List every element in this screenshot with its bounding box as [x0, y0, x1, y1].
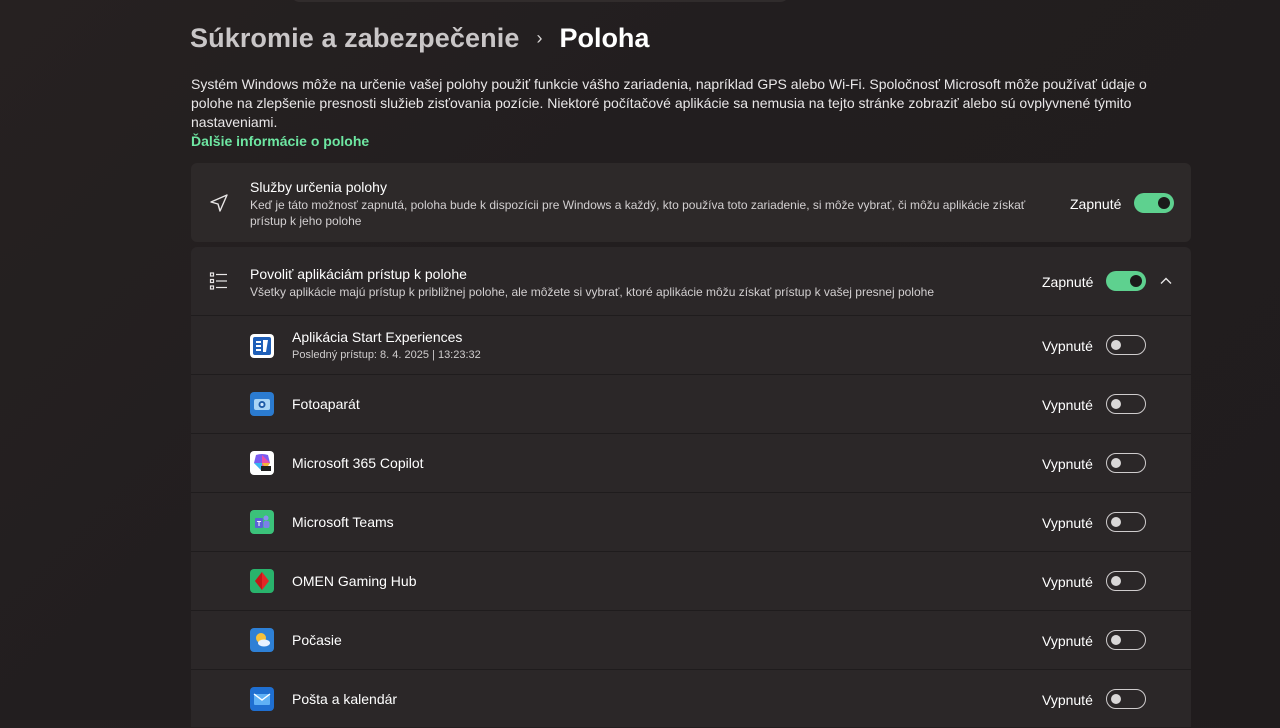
app-access-title: Povoliť aplikáciám prístup k polohe	[250, 266, 467, 282]
breadcrumb-parent[interactable]: Súkromie a zabezpečenie	[190, 23, 519, 54]
list-item-teams: T Microsoft Teams Vypnuté	[191, 493, 1191, 551]
location-services-title: Služby určenia polohy	[250, 179, 387, 195]
app-state: Vypnuté	[1042, 456, 1093, 472]
app-access-state: Zapnuté	[1042, 274, 1094, 290]
app-access-toggle[interactable]	[1106, 271, 1146, 291]
start-experiences-icon	[250, 334, 274, 358]
app-state: Vypnuté	[1042, 633, 1093, 649]
svg-text:T: T	[257, 521, 262, 528]
location-services-description: Keď je táto možnosť zapnutá, poloha bude…	[250, 198, 1026, 228]
app-name: Pošta a kalendár	[292, 691, 398, 707]
intro-text: Systém Windows môže na určenie vašej pol…	[191, 76, 1147, 130]
app-toggle-omen[interactable]	[1106, 571, 1146, 591]
app-state: Vypnuté	[1042, 338, 1093, 354]
camera-app-icon	[250, 392, 274, 416]
chevron-up-icon[interactable]	[1156, 271, 1176, 291]
list-item-mail-calendar: Pošta a kalendár Vypnuté	[191, 670, 1191, 728]
app-access-group: Povoliť aplikáciám prístup k polohe Všet…	[191, 247, 1191, 727]
app-toggle-weather[interactable]	[1106, 630, 1146, 650]
app-name: Aplikácia Start Experiences	[292, 329, 463, 345]
breadcrumb: Súkromie a zabezpečenie › Poloha	[190, 20, 649, 56]
app-name: Microsoft 365 Copilot	[292, 455, 424, 471]
app-access-description: Všetky aplikácie majú prístup k približn…	[250, 285, 934, 299]
app-state: Vypnuté	[1042, 692, 1093, 708]
list-item-start-experiences: Aplikácia Start Experiences Posledný prí…	[191, 316, 1191, 374]
app-name: Microsoft Teams	[292, 514, 394, 530]
page-title: Poloha	[559, 22, 650, 53]
list-item-omen: OMEN Gaming Hub Vypnuté	[191, 552, 1191, 610]
location-services-card: Služby určenia polohy Keď je táto možnos…	[191, 163, 1191, 242]
list-item-weather: Počasie Vypnuté	[191, 611, 1191, 669]
app-last-access: Posledný prístup: 8. 4. 2025 | 13:23:32	[292, 349, 481, 361]
location-services-state: Zapnuté	[1070, 196, 1122, 212]
app-toggle-mail-calendar[interactable]	[1106, 689, 1146, 709]
intro-section: Systém Windows môže na určenie vašej pol…	[191, 75, 1191, 151]
window-top-edge	[290, 0, 790, 2]
app-toggle-teams[interactable]	[1106, 512, 1146, 532]
app-state: Vypnuté	[1042, 397, 1093, 413]
app-state: Vypnuté	[1042, 574, 1093, 590]
app-state: Vypnuté	[1042, 515, 1093, 531]
app-name: Fotoaparát	[292, 396, 360, 412]
app-name: Počasie	[292, 632, 342, 648]
list-item-m365-copilot: Microsoft 365 Copilot Vypnuté	[191, 434, 1191, 492]
app-name: OMEN Gaming Hub	[292, 573, 417, 589]
navigation-arrow-icon	[208, 192, 230, 214]
app-toggle-start-experiences[interactable]	[1106, 335, 1146, 355]
location-services-toggle[interactable]	[1134, 193, 1174, 213]
app-toggle-camera[interactable]	[1106, 394, 1146, 414]
mail-calendar-icon	[250, 687, 274, 711]
omen-icon	[250, 569, 274, 593]
m365-copilot-icon	[250, 451, 274, 475]
app-toggle-m365-copilot[interactable]	[1106, 453, 1146, 473]
learn-more-link[interactable]: Ďalšie informácie o polohe	[191, 132, 1191, 151]
teams-icon: T	[250, 510, 274, 534]
weather-icon	[250, 628, 274, 652]
list-item-camera: Fotoaparát Vypnuté	[191, 375, 1191, 433]
app-list-icon	[208, 270, 230, 292]
breadcrumb-separator-icon: ›	[536, 27, 543, 48]
